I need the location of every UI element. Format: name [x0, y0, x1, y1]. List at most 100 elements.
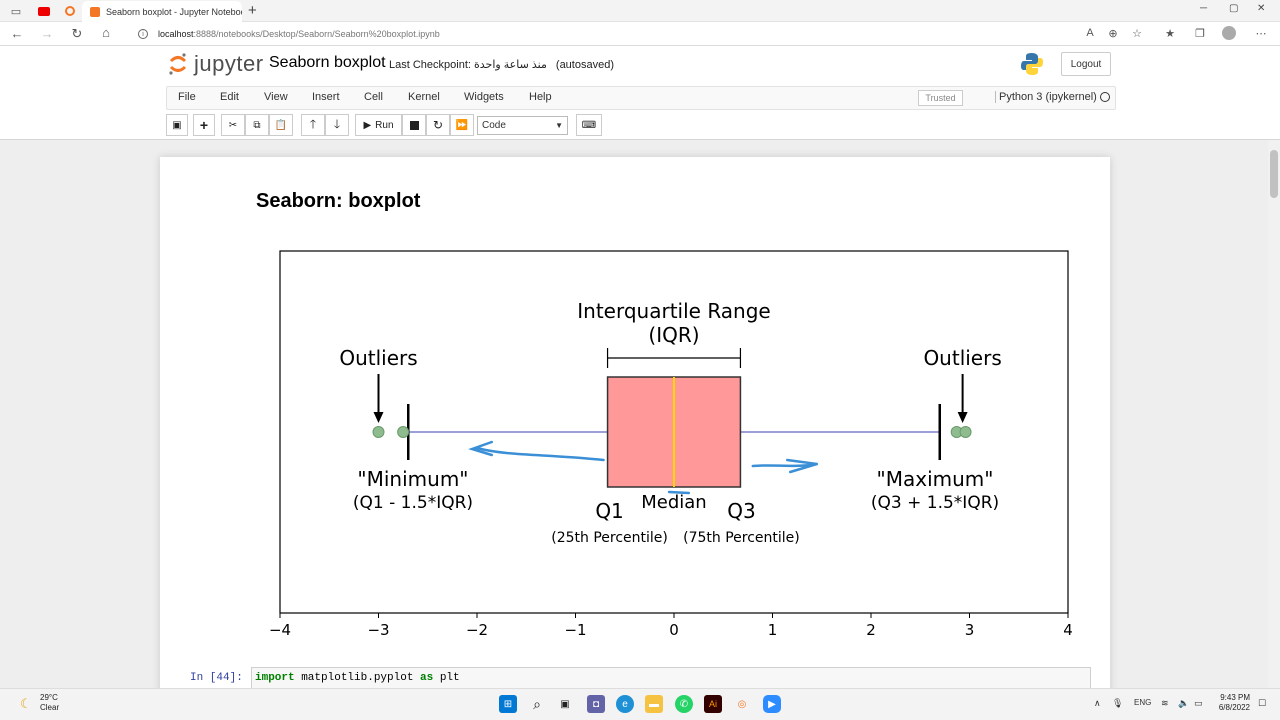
start-icon[interactable]: ⊞ [499, 695, 517, 713]
jupyter-tab-icon[interactable] [62, 3, 78, 19]
illustrator-icon[interactable]: Ai [704, 695, 722, 713]
interrupt-icon[interactable] [402, 114, 426, 136]
iqr-title: Interquartile Range [577, 299, 770, 323]
menu-widgets[interactable]: Widgets [464, 91, 504, 103]
x-tick-label: 0 [669, 621, 679, 639]
restart-icon[interactable]: ↻ [426, 114, 450, 136]
command-palette-icon[interactable]: ⌨ [576, 114, 602, 136]
iqr-subtitle: (IQR) [648, 323, 699, 347]
microphone-icon[interactable]: 🎙 [1112, 698, 1123, 709]
tray-chevron-icon[interactable]: ∧ [1094, 698, 1101, 709]
save-icon[interactable]: ▣ [166, 114, 188, 136]
volume-icon[interactable]: 🔈 [1178, 698, 1189, 709]
menu-cell[interactable]: Cell [364, 91, 383, 103]
weather-temp: 29°C [40, 693, 58, 702]
cell-type-select[interactable]: Code ▼ [477, 116, 568, 135]
move-up-icon[interactable]: 🡑 [301, 114, 325, 136]
code-keyword-as: as [420, 672, 434, 684]
x-tick-label: 2 [866, 621, 876, 639]
task-view-icon[interactable]: ▣ [556, 695, 574, 713]
chevron-down-icon: ▼ [555, 121, 563, 130]
page-scrollbar[interactable] [1268, 140, 1280, 688]
menu-file[interactable]: File [178, 91, 196, 103]
x-tick-label: −3 [367, 621, 389, 639]
outlier-point [959, 426, 972, 438]
clock-time: 9:43 PM [1220, 693, 1250, 702]
checkpoint-label: Last Checkpoint: [389, 59, 471, 71]
insert-cell-icon[interactable]: + [193, 114, 215, 136]
minimum-formula: (Q1 - 1.5*IQR) [353, 493, 473, 513]
search-icon[interactable]: ⌕ [528, 695, 546, 713]
trusted-indicator[interactable]: Trusted [918, 90, 963, 106]
new-tab-button[interactable]: + [248, 2, 257, 19]
zoom-app-icon[interactable]: ▶ [763, 695, 781, 713]
menu-view[interactable]: View [264, 91, 288, 103]
q3-sublabel: (75th Percentile) [683, 530, 800, 546]
x-tick-label: 1 [768, 621, 778, 639]
markdown-heading: Seaborn: boxplot [256, 190, 421, 212]
jupyter-taskbar-icon[interactable]: ◎ [733, 695, 751, 713]
menu-help[interactable]: Help [529, 91, 552, 103]
menu-edit[interactable]: Edit [220, 91, 239, 103]
paste-icon[interactable]: 📋 [269, 114, 293, 136]
notifications-icon[interactable]: ☐ [1258, 698, 1266, 709]
windows-taskbar [0, 688, 1280, 720]
q1-label: Q1 [595, 499, 623, 523]
cut-icon[interactable]: ✂ [221, 114, 245, 136]
site-info-icon[interactable]: i [138, 29, 148, 39]
python-logo-icon [1020, 52, 1044, 76]
wifi-icon[interactable]: ≋ [1161, 698, 1169, 709]
youtube-tab-icon[interactable] [36, 3, 52, 19]
move-down-icon[interactable]: 🡓 [325, 114, 349, 136]
file-explorer-icon[interactable]: ▬ [645, 695, 663, 713]
code-line[interactable]: import matplotlib.pyplot as plt [255, 672, 460, 684]
notebook-toolbar: ▣ + ✂ ⧉ 📋 🡑 🡓 ▶ Run ↻ ⏩ Code ▼ ⌨ [166, 114, 1116, 138]
url-input[interactable]: i localhost:8888/notebooks/Desktop/Seabo… [130, 25, 1070, 43]
whatsapp-icon[interactable]: ✆ [675, 695, 693, 713]
language-indicator[interactable]: ENG [1134, 698, 1151, 707]
checkpoint-status: Last Checkpoint: منذ ساعة واحدة (autosav… [389, 58, 614, 71]
more-menu-icon[interactable]: ⋯ [1253, 27, 1269, 40]
logout-button[interactable]: Logout [1061, 52, 1111, 76]
moon-weather-icon[interactable]: ☾ [20, 696, 32, 712]
url-path: :8888/notebooks/Desktop/Seaborn/Seaborn%… [193, 29, 440, 39]
forward-icon[interactable]: → [38, 26, 56, 41]
back-icon[interactable]: ← [8, 26, 26, 41]
workspaces-icon[interactable]: ▭ [8, 3, 24, 19]
favorite-add-icon[interactable]: ☆ [1129, 27, 1145, 40]
menu-kernel[interactable]: Kernel [408, 91, 440, 103]
active-browser-tab[interactable]: Seaborn boxplot - Jupyter Notebook ✕ [82, 1, 242, 22]
minimize-button[interactable]: ─ [1200, 3, 1207, 14]
scrollbar-thumb[interactable] [1270, 150, 1278, 198]
maximize-button[interactable]: ▢ [1229, 3, 1238, 14]
notebook-title[interactable]: Seaborn boxplot [269, 54, 386, 72]
jupyter-logo-text: jupyter [194, 51, 264, 76]
favorites-icon[interactable]: ★ [1162, 27, 1178, 40]
home-icon[interactable]: ⌂ [97, 25, 115, 40]
cell-prompt: In [44]: [190, 672, 243, 684]
weather-widget[interactable]: 29°C Clear [40, 693, 59, 713]
x-tick-label: 3 [965, 621, 975, 639]
close-window-button[interactable]: ✕ [1257, 3, 1265, 14]
run-button[interactable]: ▶ Run [355, 114, 402, 136]
boxplot-figure: −4 −3 −2 −1 0 1 2 3 4 Interquartile Range(IQR) Out… [269, 250, 1073, 639]
copy-icon[interactable]: ⧉ [245, 114, 269, 136]
teams-icon[interactable]: ◘ [587, 695, 605, 713]
jupyter-logo-icon [168, 52, 188, 76]
clock-date: 6/8/2022 [1218, 703, 1250, 712]
code-alias: plt [433, 672, 460, 684]
jupyter-logo[interactable]: jupyter [168, 51, 264, 77]
menu-insert[interactable]: Insert [312, 91, 340, 103]
battery-icon[interactable]: ▭ [1194, 698, 1203, 709]
restart-run-all-icon[interactable]: ⏩ [450, 114, 474, 136]
kernel-name[interactable]: Python 3 (ipykernel) [995, 91, 1097, 103]
edge-icon[interactable]: e [616, 695, 634, 713]
refresh-icon[interactable]: ↻ [68, 26, 86, 42]
jupyter-favicon-icon [90, 6, 100, 17]
system-clock[interactable]: 9:43 PM 6/8/2022 [1212, 693, 1250, 713]
kernel-idle-icon [1100, 92, 1110, 102]
zoom-icon[interactable]: ⊕ [1105, 27, 1121, 40]
profile-avatar[interactable] [1222, 26, 1238, 40]
collections-icon[interactable]: ❐ [1192, 27, 1208, 40]
read-aloud-icon[interactable]: A [1082, 27, 1098, 39]
